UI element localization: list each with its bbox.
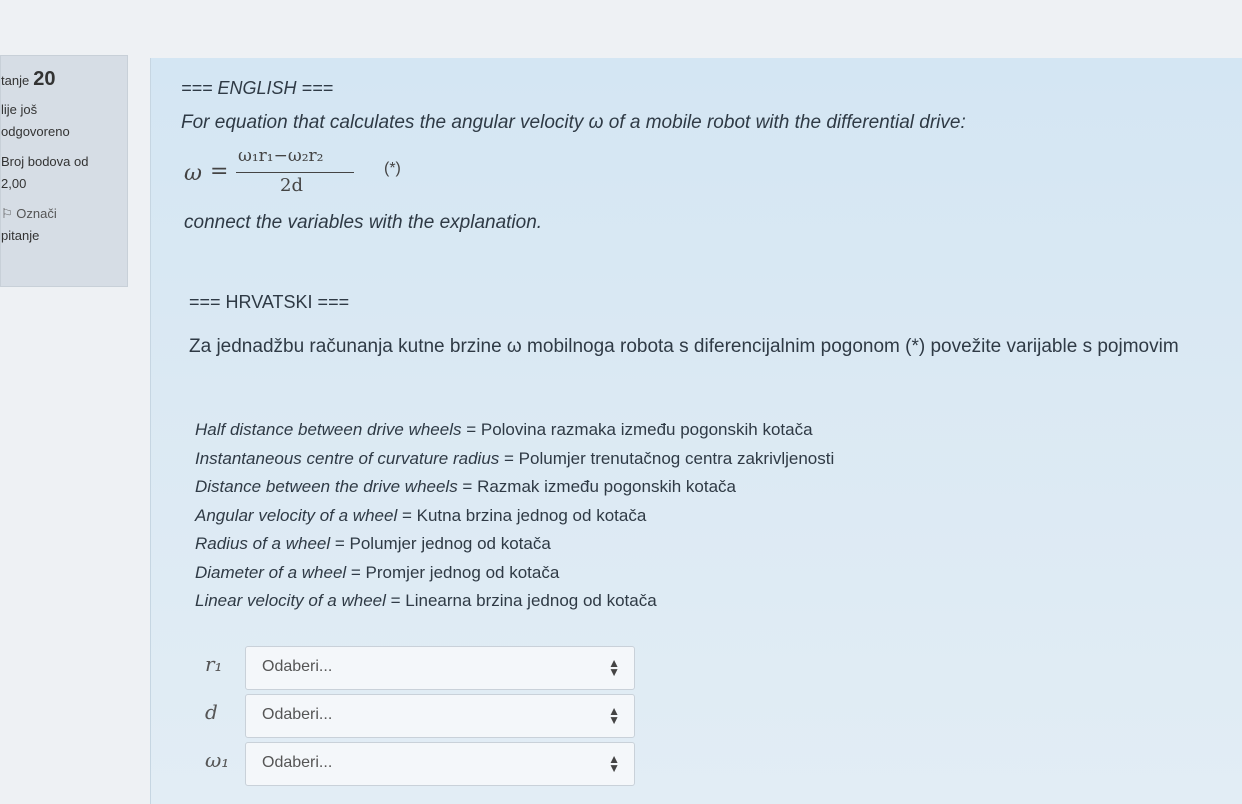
glossary-en: Distance between the drive wheels xyxy=(195,477,458,496)
glossary-item: Radius of a wheel = Polumjer jednog od k… xyxy=(195,530,834,559)
question-info-panel: tanje 20 lije još odgovoreno Broj bodova … xyxy=(0,55,128,287)
flag-label-2: pitanje xyxy=(1,228,40,243)
glossary-hr: = Linearna brzina jednog od kotača xyxy=(385,591,657,610)
answer-select-omega1[interactable]: Odaberi... ▲ ▼ xyxy=(245,742,635,786)
points-line-2: 2,00 xyxy=(1,176,27,191)
status-line-2: odgovoreno xyxy=(1,124,70,139)
formula-lhs: ω xyxy=(184,161,202,186)
glossary-en: Half distance between drive wheels xyxy=(195,420,462,439)
glossary-en: Radius of a wheel xyxy=(195,534,331,553)
english-question-text: For equation that calculates the angular… xyxy=(181,112,966,133)
up-down-caret-icon: ▲ ▼ xyxy=(608,752,620,775)
glossary-hr: = Kutna brzina jednog od kotača xyxy=(397,505,647,525)
question-number-value: 20 xyxy=(33,68,56,90)
english-heading: === ENGLISH === xyxy=(181,78,334,98)
formula-denominator: 2d xyxy=(280,175,303,196)
glossary-item: Diameter of a wheel = Promjer jednog od … xyxy=(195,559,834,588)
variable-label-d: d xyxy=(205,700,218,724)
points-line-1: Broj bodova od xyxy=(1,154,89,169)
question-label: tanje xyxy=(1,73,30,88)
up-down-caret-icon: ▲ ▼ xyxy=(608,704,620,727)
question-content: === ENGLISH === For equation that calcul… xyxy=(150,58,1242,804)
glossary-en: Diameter of a wheel xyxy=(195,562,347,582)
glossary-hr: = Promjer jednog od kotača xyxy=(346,562,560,582)
select-value: Odaberi... xyxy=(262,658,333,675)
glossary-hr: = Polovina razmaka između pogonskih kota… xyxy=(461,420,813,439)
up-down-caret-icon: ▲ ▼ xyxy=(608,656,620,679)
formula-numerator: ω₁r₁−ω₂r₂ xyxy=(238,146,324,166)
formula-fraction-bar xyxy=(236,172,354,173)
variable-label-r1: r₁ xyxy=(205,652,223,676)
glossary-item: Distance between the drive wheels = Razm… xyxy=(195,473,834,502)
glossary-item: Half distance between drive wheels = Pol… xyxy=(195,416,834,445)
croatian-question-text: Za jednadžbu računanja kutne brzine ω mo… xyxy=(189,336,1179,357)
glossary-item: Angular velocity of a wheel = Kutna brzi… xyxy=(195,502,834,531)
answer-select-d[interactable]: Odaberi... ▲ ▼ xyxy=(245,694,635,738)
question-number: tanje 20 xyxy=(1,68,127,91)
status-line-1: lije još xyxy=(1,102,38,117)
glossary-item: Linear velocity of a wheel = Linearna br… xyxy=(195,587,834,616)
formula-marker: (*) xyxy=(384,160,401,177)
flag-icon: ⚐ xyxy=(1,206,13,221)
flag-question-button[interactable]: ⚐ Označi pitanje xyxy=(1,203,127,247)
glossary-item: Instantaneous centre of curvature radius… xyxy=(195,445,834,474)
glossary-en: Angular velocity of a wheel xyxy=(195,505,398,525)
glossary-hr: = Razmak između pogonskih kotača xyxy=(457,477,736,496)
glossary-en: Instantaneous centre of curvature radius xyxy=(195,448,500,468)
english-instruction: connect the variables with the explanati… xyxy=(184,212,543,233)
croatian-heading: === HRVATSKI === xyxy=(189,292,350,312)
variable-label-omega1: ω₁ xyxy=(205,748,230,772)
select-value: Odaberi... xyxy=(262,754,333,771)
select-value: Odaberi... xyxy=(262,706,333,723)
glossary-en: Linear velocity of a wheel xyxy=(195,591,386,610)
glossary-hr: = Polumjer jednog od kotača xyxy=(330,534,551,553)
glossary-hr: = Polumjer trenutačnog centra zakrivljen… xyxy=(499,448,835,468)
answer-select-r1[interactable]: Odaberi... ▲ ▼ xyxy=(245,646,635,690)
formula-equals: = xyxy=(210,159,229,184)
glossary-list: Half distance between drive wheels = Pol… xyxy=(195,416,834,616)
flag-label-1: Označi xyxy=(16,206,57,221)
